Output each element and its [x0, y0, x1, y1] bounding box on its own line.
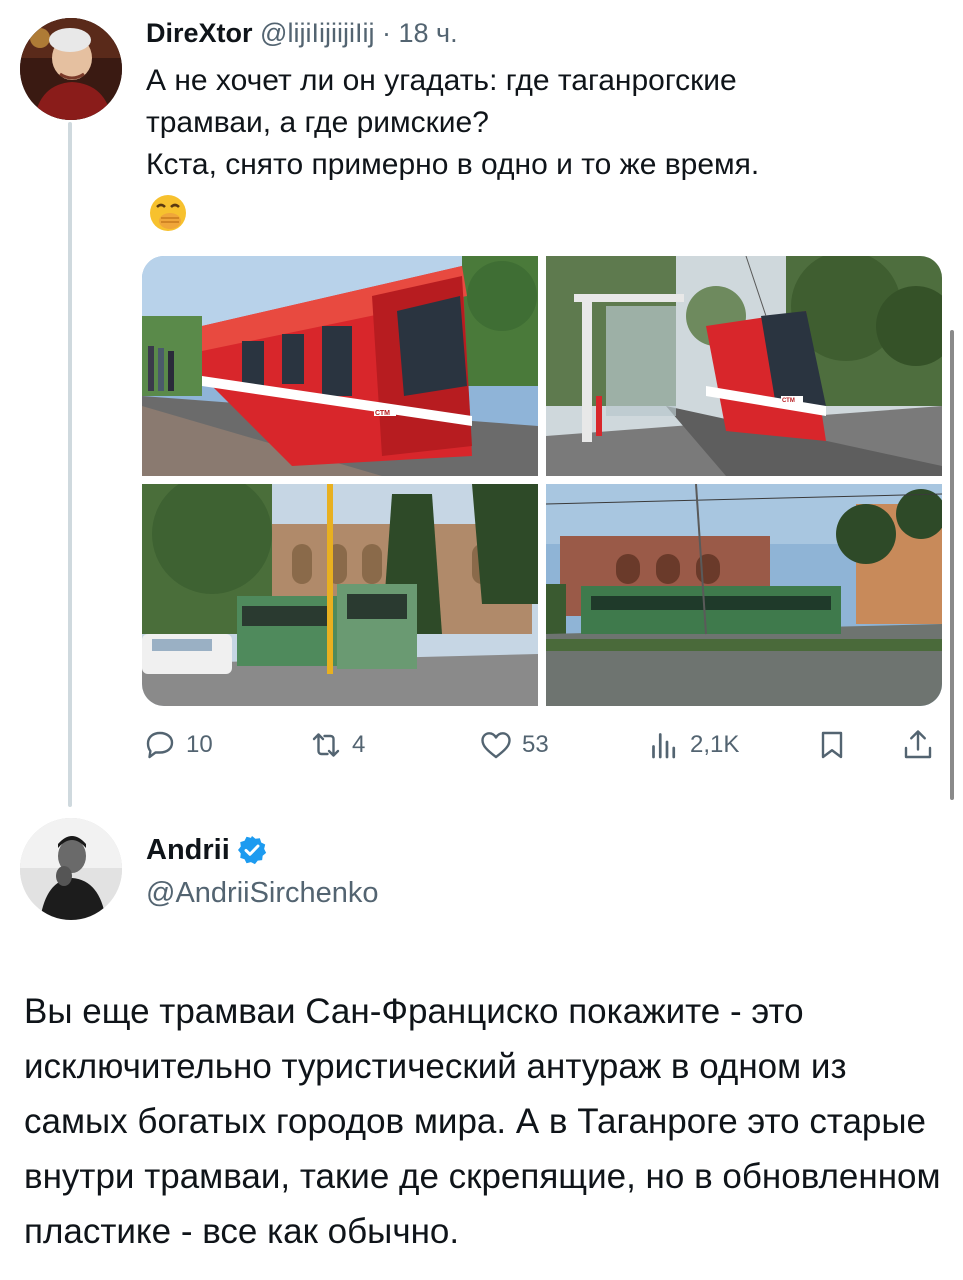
tweet-header: DireXtor @lijiIijiijiIij · 18 ч.	[146, 14, 458, 52]
share-button[interactable]	[900, 722, 936, 768]
tweet-time[interactable]: 18 ч.	[398, 18, 457, 48]
green-tram-rome-ruins-photo[interactable]	[546, 484, 942, 706]
reply-button[interactable]: 10	[142, 722, 213, 768]
photo-grid: СТМ СТМ	[142, 256, 942, 706]
author-handle[interactable]: @lijiIijiijiIij	[260, 18, 374, 48]
tweet-text: Вы еще трамваи Сан-Франциско покажите - …	[24, 992, 941, 1251]
retweet-button[interactable]: 4	[308, 722, 365, 768]
separator-dot: ·	[381, 18, 391, 48]
like-button[interactable]: 53	[478, 722, 549, 768]
author-handle[interactable]: @AndriiSirchenko	[146, 873, 379, 913]
like-count: 53	[522, 731, 549, 758]
thread-connector-line	[68, 122, 72, 807]
views-chart-icon	[652, 733, 676, 759]
tweet-text-line: А не хочет ли он угадать: где таганрогск…	[146, 64, 737, 97]
author-name[interactable]: Andrii	[146, 830, 230, 870]
bookmark-button[interactable]	[814, 722, 850, 768]
red-tram-stop-photo[interactable]: СТМ	[546, 256, 942, 476]
reply-icon	[146, 731, 174, 759]
author-name[interactable]: DireXtor	[146, 18, 253, 48]
share-icon	[904, 730, 932, 759]
tweet-text: А не хочет ли он угадать: где таганрогск…	[146, 60, 926, 186]
verified-badge-icon	[237, 836, 266, 865]
views-button[interactable]: 2,1K	[646, 722, 739, 768]
retweet-icon	[312, 733, 340, 757]
avatar[interactable]	[20, 18, 122, 120]
tram-logo-text: СТМ	[375, 410, 390, 417]
reply-count: 10	[186, 731, 213, 758]
green-tram-rome-arches-photo[interactable]	[142, 484, 538, 706]
tram-logo-text: СТМ	[782, 398, 795, 404]
retweet-count: 4	[352, 731, 366, 758]
scroll-indicator[interactable]	[950, 330, 954, 800]
face-with-hand-over-mouth-icon	[148, 193, 188, 233]
tweet-text-line: трамваи, а где римские?	[146, 106, 489, 139]
tweet-text-line: Кста, снято примерно в одно и то же врем…	[146, 148, 760, 181]
red-tram-platform-photo[interactable]: СТМ	[142, 256, 538, 476]
views-count: 2,1K	[690, 731, 740, 758]
author-name-row: Andrii	[146, 830, 268, 870]
avatar[interactable]	[20, 818, 122, 920]
heart-icon	[481, 732, 511, 759]
bookmark-icon	[821, 731, 843, 759]
twitter-thread-screen: DireXtor @lijiIijiijiIij · 18 ч. А не хо…	[0, 0, 963, 1280]
tweet-action-bar: 10 4 53 2,1K	[142, 722, 942, 768]
